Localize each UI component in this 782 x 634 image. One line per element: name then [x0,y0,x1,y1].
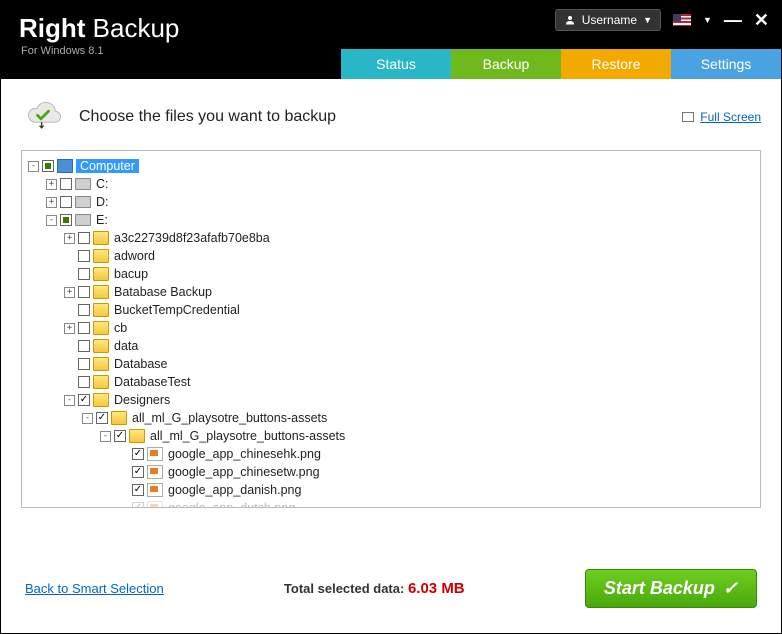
checkbox[interactable] [114,430,126,442]
collapse-icon[interactable]: - [46,215,57,226]
image-file-icon [147,483,163,497]
tree-node-folder[interactable]: -Designers [64,391,756,409]
checkbox[interactable] [132,448,144,460]
tab-backup[interactable]: Backup [451,49,561,79]
tree-node-folder[interactable]: +cb [64,319,756,337]
collapse-icon[interactable]: - [100,431,111,442]
app-header: Right Backup For Windows 8.1 Username ▼ … [1,1,781,79]
drive-icon [75,214,91,226]
checkbox[interactable] [60,214,72,226]
footer-bar: Back to Smart Selection Total selected d… [1,559,781,617]
checkbox[interactable] [132,502,144,508]
folder-icon [93,231,109,245]
checkbox[interactable] [60,178,72,190]
folder-icon [93,303,109,317]
tree-node-file[interactable]: google_app_dutch.png [118,499,756,508]
tree-node-file[interactable]: google_app_chinesetw.png [118,463,756,481]
checkbox[interactable] [78,250,90,262]
tree-node-folder[interactable]: adword [64,247,756,265]
main-tabs: Status Backup Restore Settings [341,49,781,79]
image-file-icon [147,501,163,508]
tree-node-drive-e[interactable]: -E: [46,211,756,229]
username-dropdown[interactable]: Username ▼ [555,9,661,31]
image-file-icon [147,465,163,479]
tree-node-folder[interactable]: -all_ml_G_playsotre_buttons-assets [100,427,756,445]
folder-icon [93,393,109,407]
checkbox[interactable] [78,304,90,316]
tree-node-drive-c[interactable]: +C: [46,175,756,193]
folder-icon [93,339,109,353]
back-to-smart-selection-link[interactable]: Back to Smart Selection [25,581,164,596]
collapse-icon[interactable]: - [64,395,75,406]
checkbox[interactable] [78,376,90,388]
drive-icon [75,196,91,208]
cloud-check-icon [21,97,65,136]
lang-chevron-down-icon[interactable]: ▼ [703,15,712,25]
checkbox[interactable] [78,358,90,370]
total-data-label: Total selected data: 6.03 MB [284,580,465,597]
tree-node-file[interactable]: google_app_chinesehk.png [118,445,756,463]
tab-settings[interactable]: Settings [671,49,781,79]
expand-icon[interactable]: + [64,323,75,334]
checkbox[interactable] [96,412,108,424]
image-file-icon [147,447,163,461]
tree-node-folder[interactable]: +Batabase Backup [64,283,756,301]
checkbox[interactable] [78,286,90,298]
folder-icon [93,357,109,371]
start-backup-button[interactable]: Start Backup ✓ [585,569,757,608]
collapse-icon[interactable]: - [28,161,39,172]
checkbox[interactable] [60,196,72,208]
flag-icon[interactable] [673,14,691,26]
checkbox[interactable] [42,160,54,172]
folder-icon [93,285,109,299]
tree-node-folder[interactable]: Database [64,355,756,373]
folder-icon [93,321,109,335]
folder-icon [129,429,145,443]
expand-icon[interactable]: + [46,197,57,208]
checkbox[interactable] [132,466,144,478]
drive-icon [75,178,91,190]
page-heading: Choose the files you want to backup [79,108,336,126]
tree-node-folder[interactable]: -all_ml_G_playsotre_buttons-assets [82,409,756,427]
content-area: Choose the files you want to backup Full… [1,79,781,559]
checkbox[interactable] [132,484,144,496]
computer-icon [57,159,73,173]
collapse-icon[interactable]: - [82,413,93,424]
full-screen-link[interactable]: Full Screen [682,110,761,124]
tab-restore[interactable]: Restore [561,49,671,79]
folder-icon [111,411,127,425]
expand-icon[interactable]: + [46,179,57,190]
chevron-down-icon: ▼ [643,15,652,25]
checkbox[interactable] [78,232,90,244]
tree-node-file[interactable]: google_app_danish.png [118,481,756,499]
tree-node-folder[interactable]: BucketTempCredential [64,301,756,319]
tree-node-folder[interactable]: data [64,337,756,355]
checkbox[interactable] [78,340,90,352]
tree-node-folder[interactable]: DatabaseTest [64,373,756,391]
minimize-button[interactable]: — [724,15,742,25]
tab-status[interactable]: Status [341,49,451,79]
expand-icon[interactable]: + [64,287,75,298]
folder-icon [93,267,109,281]
username-label: Username [582,13,637,27]
checkbox[interactable] [78,394,90,406]
folder-icon [93,249,109,263]
tree-node-folder[interactable]: +a3c22739d8f23afafb70e8ba [64,229,756,247]
checkbox[interactable] [78,322,90,334]
file-tree[interactable]: - Computer +C: +D: -E: +a3c22739d8f23afa… [21,150,761,508]
check-icon: ✓ [723,578,738,599]
tree-node-folder[interactable]: bacup [64,265,756,283]
checkbox[interactable] [78,268,90,280]
fullscreen-icon [682,112,694,122]
close-button[interactable]: ✕ [754,15,769,25]
expand-icon[interactable]: + [64,233,75,244]
tree-node-computer[interactable]: - Computer [28,157,756,175]
tree-node-drive-d[interactable]: +D: [46,193,756,211]
folder-icon [93,375,109,389]
app-title: Right Backup [19,13,179,44]
